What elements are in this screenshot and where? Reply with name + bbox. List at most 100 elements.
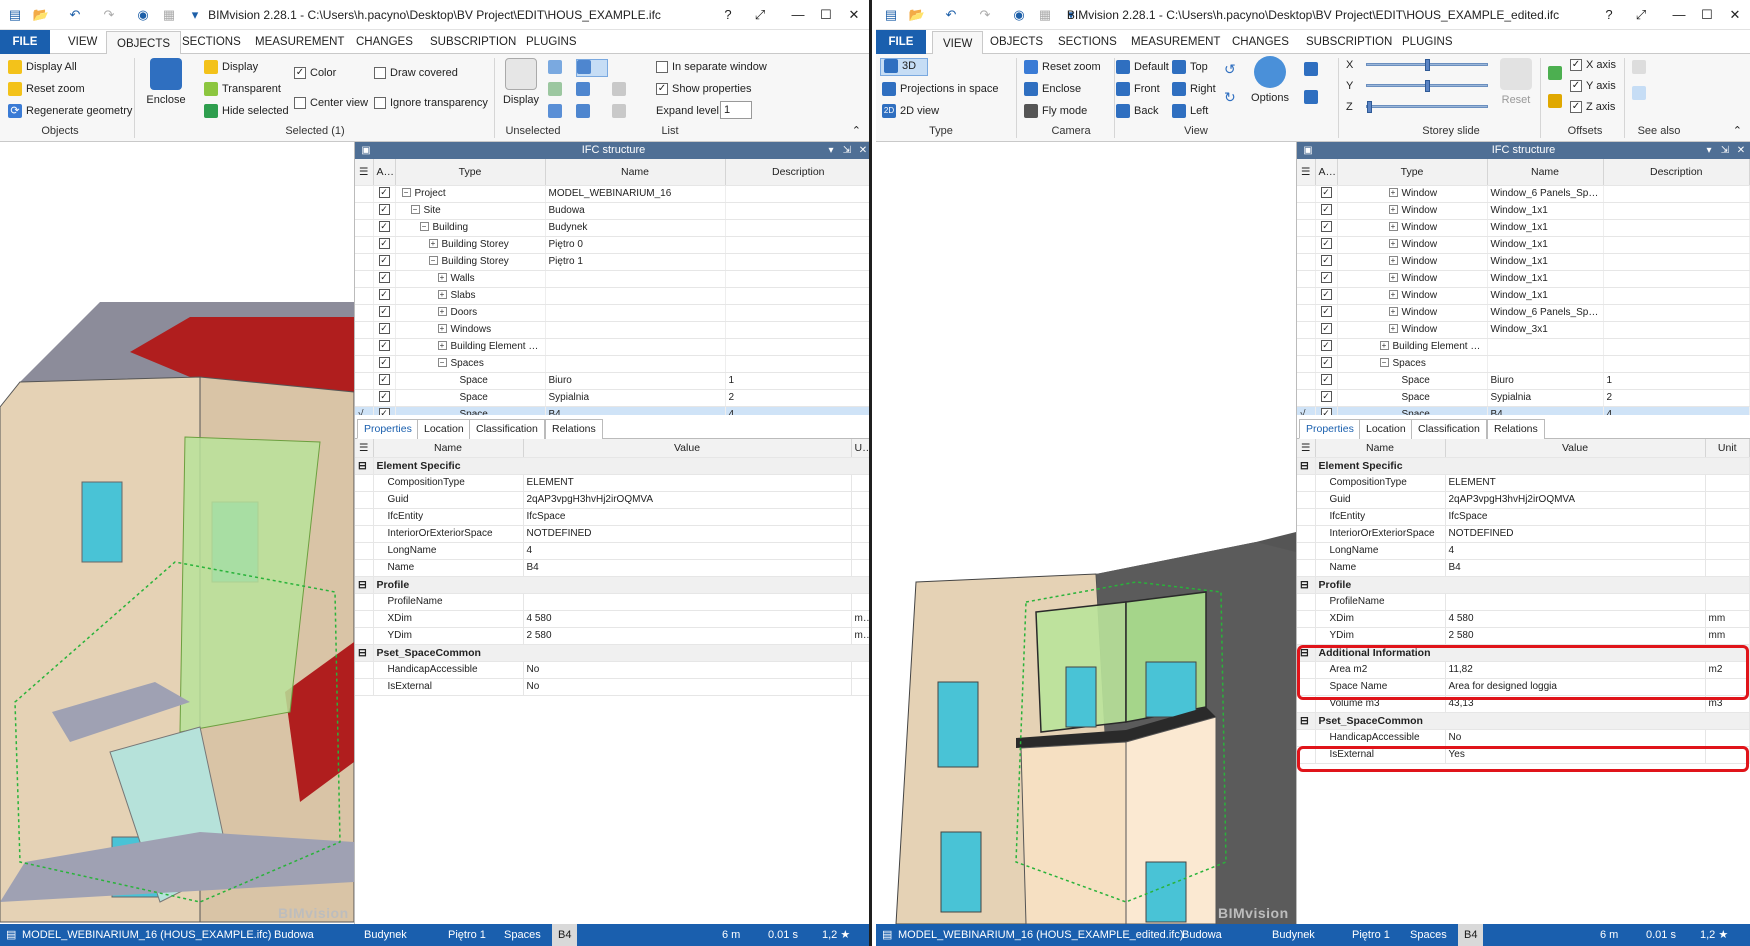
tree-col-type[interactable]: Type (1337, 159, 1488, 186)
property-row[interactable]: ProfileName (355, 593, 869, 611)
expand-icon[interactable]: + (437, 341, 447, 351)
tree-row[interactable]: ✓ + Window Window_3x1 (1297, 321, 1750, 339)
property-row[interactable]: YDim 2 580 mm (355, 627, 869, 645)
enclose-button[interactable]: Enclose (142, 58, 190, 106)
z-axis-checkbox[interactable]: ✓ Z axis (1570, 100, 1615, 114)
tree-type-cell[interactable]: + Window (1337, 202, 1488, 220)
tree-row[interactable]: ✓ Space Sypialnia 2 (355, 389, 869, 407)
active-checkbox[interactable]: ✓ (1315, 202, 1338, 220)
expand-icon[interactable]: + (437, 324, 447, 334)
collapse-ribbon-icon[interactable]: ⌃ (852, 124, 861, 138)
tree-type-cell[interactable]: + Windows (395, 321, 546, 339)
top-view-button[interactable]: Top (1172, 60, 1208, 75)
status-storey[interactable]: Piętro 1 (1352, 924, 1390, 946)
tab-relations[interactable]: Relations (545, 419, 603, 439)
z-slider[interactable] (1366, 101, 1488, 113)
property-value[interactable]: ELEMENT (523, 474, 852, 492)
expand-icon[interactable]: − (1379, 358, 1389, 368)
tree-type-cell[interactable]: + Building Element Pr… (1337, 338, 1488, 356)
active-checkbox[interactable]: ✓ (373, 321, 396, 339)
property-value[interactable]: 4 (1445, 542, 1706, 560)
property-value[interactable]: B4 (523, 559, 852, 577)
tab-location[interactable]: Location (417, 419, 471, 439)
tab-changes[interactable]: CHANGES (346, 30, 423, 54)
tab-plugins[interactable]: PLUGINS (516, 30, 587, 54)
tab-subscription[interactable]: SUBSCRIPTION (420, 30, 526, 54)
2d-view-button[interactable]: 2D 2D view (882, 104, 939, 119)
active-checkbox[interactable]: ✓ (373, 236, 396, 254)
display-selected-button[interactable]: Display (204, 60, 258, 75)
tree-row[interactable]: ✓ − Project MODEL_WEBINARIUM_16 (355, 185, 869, 203)
property-value[interactable]: NOTDEFINED (523, 525, 852, 543)
tree-type-cell[interactable]: − Building (395, 219, 546, 237)
separate-window-checkbox[interactable]: In separate window (656, 60, 767, 74)
property-category[interactable]: ⊟ Element Specific (1297, 457, 1750, 475)
tree-col-description[interactable]: Description (725, 159, 869, 186)
expand-icon[interactable]: + (1388, 307, 1398, 317)
y-slider[interactable] (1366, 80, 1488, 92)
active-checkbox[interactable]: ✓ (1315, 236, 1338, 254)
tree-type-cell[interactable]: Space (395, 372, 546, 390)
props-col-unit[interactable]: Unit (1705, 439, 1750, 458)
tree-type-cell[interactable]: + Window (1337, 219, 1488, 237)
collapse-icon[interactable]: ⊟ (355, 644, 374, 662)
y-slider-thumb[interactable] (1425, 80, 1430, 92)
property-category[interactable]: ⊟ Element Specific (355, 457, 869, 475)
property-value[interactable]: IfcSpace (523, 508, 852, 526)
maximize-button[interactable]: ☐ (1696, 5, 1718, 25)
tab-plugins[interactable]: PLUGINS (1392, 30, 1463, 54)
property-value[interactable]: 4 (523, 542, 852, 560)
tab-sections[interactable]: SECTIONS (1048, 30, 1127, 54)
property-row[interactable]: IfcEntity IfcSpace (1297, 508, 1750, 526)
tree-type-cell[interactable]: + Window (1337, 270, 1488, 288)
view-tool-2[interactable] (1304, 90, 1322, 105)
property-category[interactable]: ⊟ Profile (355, 576, 869, 594)
minimize-button[interactable]: — (787, 5, 809, 25)
tab-subscription[interactable]: SUBSCRIPTION (1296, 30, 1402, 54)
collapse-icon[interactable]: ⊟ (1297, 576, 1316, 594)
reset-zoom-button[interactable]: Reset zoom (8, 82, 85, 97)
property-row[interactable]: YDim 2 580 mm (1297, 627, 1750, 645)
property-row[interactable]: Name B4 (355, 559, 869, 577)
tree-row[interactable]: ✓ Space Biuro 1 (355, 372, 869, 390)
x-slider[interactable] (1366, 59, 1488, 71)
active-checkbox[interactable]: ✓ (1315, 185, 1338, 203)
status-building[interactable]: Budynek (364, 924, 407, 946)
active-checkbox[interactable]: ✓ (373, 372, 396, 390)
property-category[interactable]: ⊟ Profile (1297, 576, 1750, 594)
3d-mode-button[interactable]: 3D (880, 58, 928, 76)
tree-row[interactable]: ✓ + Window Window_1x1 (1297, 236, 1750, 254)
status-space[interactable]: B4 (552, 924, 578, 946)
expand-icon[interactable]: − (401, 188, 411, 198)
expand-level-spinner[interactable]: 1 (720, 101, 752, 119)
property-value[interactable]: 2qAP3vpgH3hvHj2irOQMVA (523, 491, 852, 509)
collapse-icon[interactable]: ⊟ (1297, 712, 1316, 730)
active-checkbox[interactable]: ✓ (1315, 287, 1338, 305)
property-row[interactable]: ProfileName (1297, 593, 1750, 611)
expand-icon[interactable]: + (428, 239, 438, 249)
panel-close-icon[interactable]: ✕ (856, 142, 869, 159)
pin-icon[interactable]: ⇲ (1718, 142, 1732, 159)
tab-objects[interactable]: OBJECTS (106, 31, 182, 55)
property-value[interactable]: No (1445, 729, 1706, 747)
property-row[interactable]: Guid 2qAP3vpgH3hvHj2irOQMVA (1297, 491, 1750, 509)
default-view-button[interactable]: Default (1116, 60, 1169, 75)
list-tool-2[interactable] (576, 82, 594, 97)
tab-relations[interactable]: Relations (1487, 419, 1545, 439)
help-icon[interactable]: ? (717, 5, 739, 25)
expand-icon[interactable]: + (1388, 188, 1398, 198)
status-space[interactable]: B4 (1458, 924, 1484, 946)
tree-row[interactable]: ✓ + Building Element Pr… (355, 338, 869, 356)
tree-type-cell[interactable]: + Window (1337, 287, 1488, 305)
tree-row[interactable]: ✓ + Building Element Pr… (1297, 338, 1750, 356)
tree-type-cell[interactable]: + Building Storey (395, 236, 546, 254)
fly-mode-button[interactable]: Fly mode (1024, 104, 1087, 119)
property-row[interactable]: HandicapAccessible No (1297, 729, 1750, 747)
fullscreen-icon[interactable]: ⤢ (1630, 5, 1652, 25)
tab-objects[interactable]: OBJECTS (980, 30, 1053, 54)
offset-tool-2[interactable] (1548, 94, 1566, 109)
active-checkbox[interactable]: ✓ (1315, 321, 1338, 339)
color-checkbox[interactable]: ✓ Color (294, 66, 336, 80)
expand-icon[interactable]: − (419, 222, 429, 232)
tab-changes[interactable]: CHANGES (1222, 30, 1299, 54)
